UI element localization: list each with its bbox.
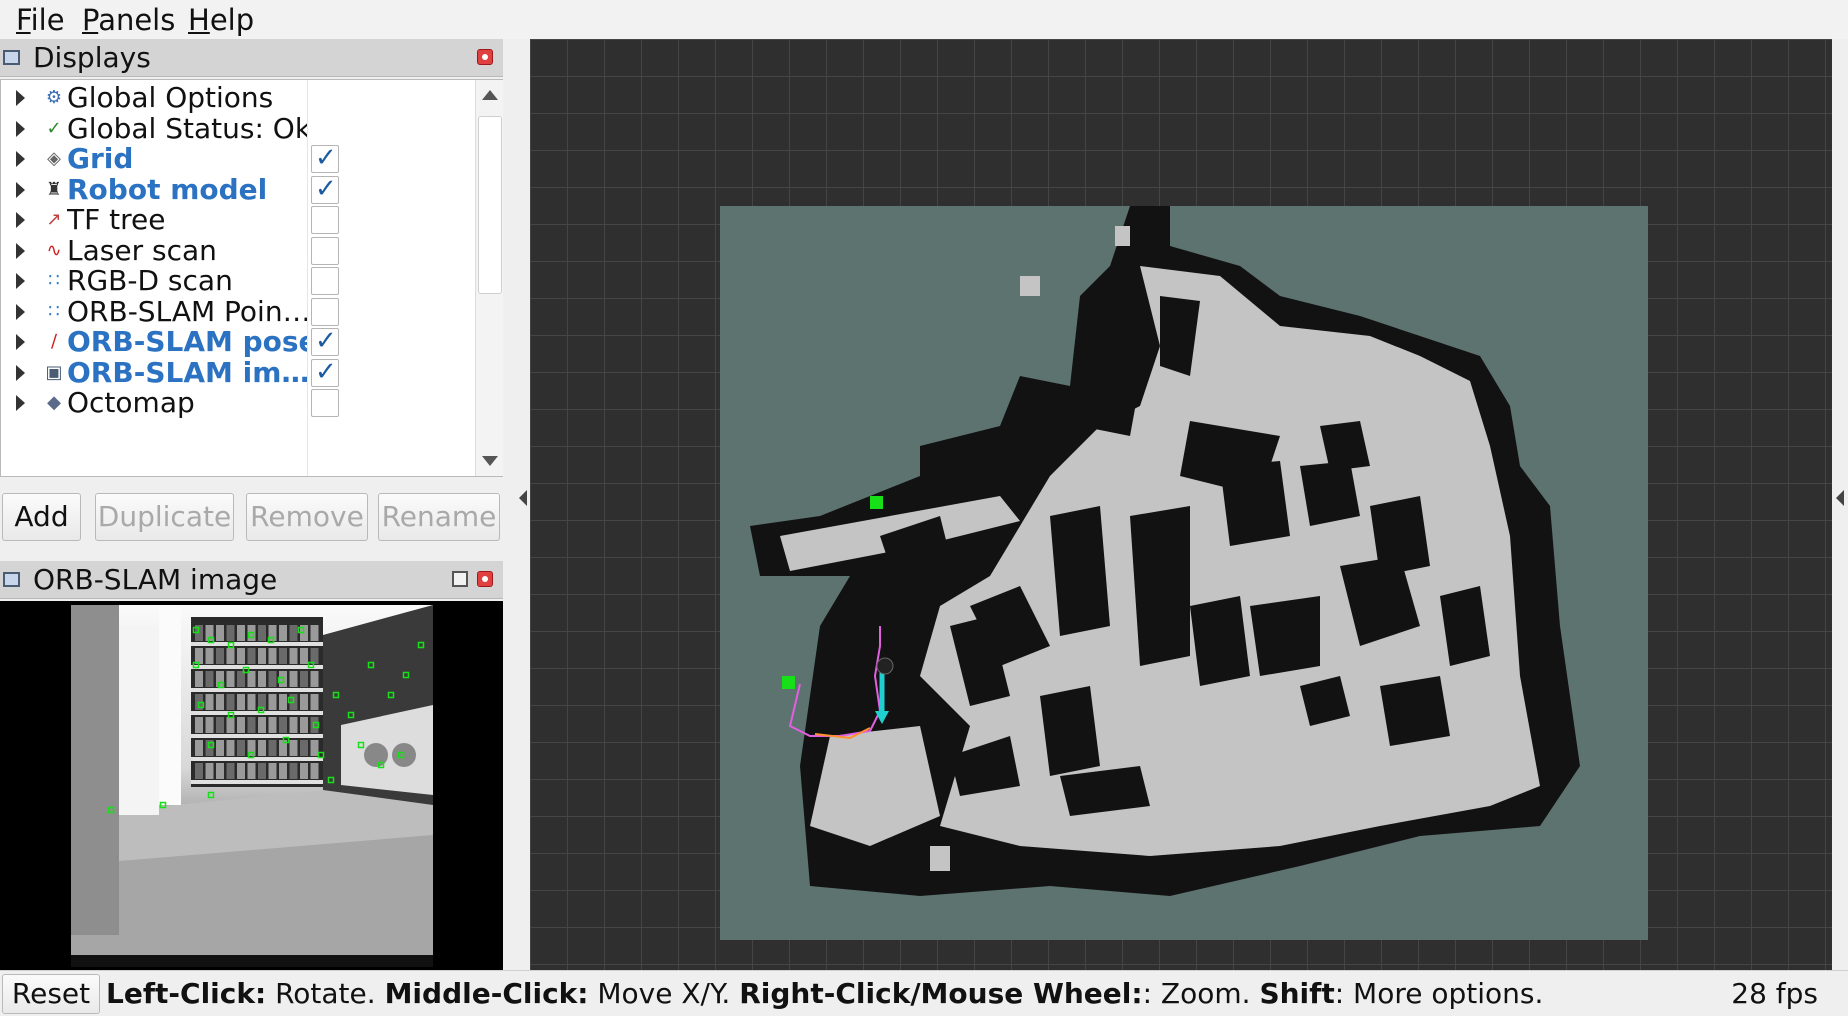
monitor-icon (3, 50, 20, 65)
menu-panels[interactable]: Panels (82, 2, 175, 38)
close-icon[interactable] (477, 571, 493, 587)
scroll-down-arrow-icon[interactable] (482, 456, 498, 466)
laser-icon: ∿ (46, 239, 62, 261)
display-enabled-checkbox[interactable] (311, 389, 339, 417)
display-enabled-checkbox[interactable] (311, 267, 339, 295)
displays-button-row: Add Duplicate Remove Rename (0, 493, 503, 545)
image-icon: ▣ (45, 361, 63, 383)
status-bar: Reset Left-Click: Rotate. Middle-Click: … (0, 970, 1848, 1016)
expand-arrow-icon[interactable] (16, 242, 25, 259)
display-enabled-checkbox[interactable] (311, 206, 339, 234)
scroll-thumb[interactable] (478, 116, 502, 294)
hint-more: : More options. (1334, 977, 1544, 1010)
remove-button[interactable]: Remove (246, 493, 368, 541)
orb-slam-camera-image (0, 601, 503, 971)
expand-arrow-icon[interactable] (16, 90, 25, 106)
collapse-left-arrow-icon[interactable] (519, 490, 527, 506)
tree-scrollbar[interactable] (475, 80, 503, 476)
pointcloud-icon: ∷ (48, 300, 60, 322)
expand-arrow-icon[interactable] (16, 364, 25, 381)
pointcloud-icon: ∷ (48, 270, 60, 291)
duplicate-button[interactable]: Duplicate (95, 493, 234, 541)
display-enabled-checkbox[interactable] (311, 143, 339, 173)
map-drawing (750, 206, 1580, 896)
hint-move: Move X/Y. (588, 977, 740, 1010)
octomap-icon: ◆ (47, 392, 61, 413)
robot-icon: ♜ (45, 178, 63, 200)
menu-bar: File Panels Help (0, 0, 1848, 39)
menu-file[interactable]: File (16, 2, 65, 38)
display-enabled-checkbox[interactable] (311, 326, 339, 356)
fps-counter: 28 fps (1731, 977, 1818, 1010)
tree-row[interactable]: ◆ Octomap (1, 385, 475, 421)
hint-rotate: Rotate. (266, 977, 385, 1010)
axes-icon: ↗ (46, 209, 62, 230)
image-panel-header: ORB-SLAM image (0, 561, 503, 599)
rename-button[interactable]: Rename (378, 493, 500, 541)
undock-icon[interactable] (452, 571, 468, 587)
camera-frame (71, 605, 433, 967)
rviz-3d-view[interactable] (530, 39, 1832, 970)
expand-arrow-icon[interactable] (16, 120, 25, 137)
grid-icon: ◈ (47, 148, 61, 169)
expand-arrow-icon[interactable] (16, 181, 25, 198)
menu-help[interactable]: Help (188, 2, 254, 38)
expand-arrow-icon[interactable] (16, 303, 25, 320)
left-dock: Displays ⚙ Global Options ✓ Global Status: … (0, 39, 503, 971)
displays-tree: ⚙Global Options✓Global Status: Ok◈Grid♜R… (0, 79, 503, 477)
display-enabled-checkbox[interactable] (311, 297, 339, 326)
hint-shift: Shift (1259, 977, 1335, 1010)
display-enabled-checkbox[interactable] (311, 174, 339, 204)
displays-panel-title: Displays (33, 41, 151, 74)
display-enabled-checkbox[interactable] (311, 357, 339, 387)
tree-row-label: Octomap (67, 386, 195, 419)
displays-panel-header: Displays (0, 39, 503, 77)
gear-icon: ⚙ (45, 87, 63, 108)
display-enabled-checkbox[interactable] (311, 236, 339, 265)
scroll-up-arrow-icon[interactable] (482, 90, 498, 100)
expand-arrow-icon[interactable] (16, 273, 25, 289)
expand-arrow-icon[interactable] (16, 151, 25, 167)
image-panel-title: ORB-SLAM image (33, 563, 278, 596)
warehouse-scene (71, 605, 433, 967)
image-icon (3, 572, 20, 587)
hint-left-click: Left-Click: (106, 977, 267, 1010)
reset-button[interactable]: Reset (2, 974, 100, 1014)
hint-right-click: Right-Click/Mouse Wheel: (739, 977, 1143, 1010)
expand-arrow-icon[interactable] (16, 212, 25, 228)
collapse-right-arrow-icon[interactable] (1836, 490, 1844, 506)
hint-middle-click: Middle-Click: (384, 977, 589, 1010)
expand-arrow-icon[interactable] (16, 395, 25, 411)
occupancy-grid-map (720, 206, 1648, 940)
status-hint: Left-Click: Rotate. Middle-Click: Move X… (106, 975, 1543, 1013)
close-icon[interactable] (477, 49, 493, 65)
hint-zoom: : Zoom. (1142, 977, 1260, 1010)
pose-icon: ∕ (50, 331, 58, 352)
expand-arrow-icon[interactable] (16, 334, 25, 350)
add-button[interactable]: Add (2, 493, 81, 541)
check-icon: ✓ (46, 117, 62, 139)
